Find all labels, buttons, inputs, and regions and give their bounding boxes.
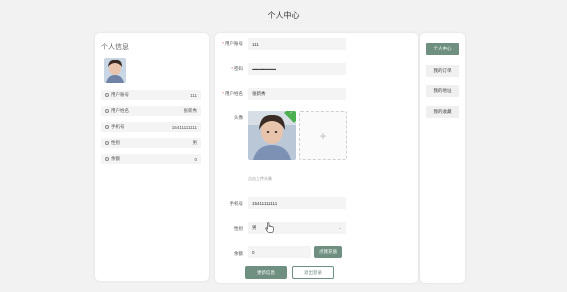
balance-label: 余额	[234, 251, 243, 256]
menu-item-orders[interactable]: 我的订单	[426, 65, 459, 77]
info-row-account: 用户账号 111	[101, 90, 201, 100]
name-label: *用户姓名	[222, 91, 243, 96]
wallet-icon	[105, 157, 109, 161]
hand-cursor-icon	[265, 222, 274, 233]
user-icon	[105, 93, 109, 97]
info-row-phone: 手机号 15411111111	[101, 122, 201, 132]
profile-card-title: 个人信息	[101, 44, 129, 51]
gender-label: 性别	[234, 226, 243, 231]
menu-item-profile[interactable]: 个人中心	[426, 43, 459, 55]
recharge-button[interactable]: 点我充值	[314, 246, 342, 258]
gender-icon	[105, 141, 109, 145]
page-title: 个人中心	[267, 11, 300, 20]
upload-button[interactable]: +	[299, 111, 347, 160]
account-label: *用户账号	[222, 41, 243, 46]
chevron-down-icon: ⌄	[337, 225, 342, 231]
phone-label: 手机号	[229, 201, 244, 206]
balance-field: 0	[248, 246, 311, 258]
avatar	[104, 58, 126, 83]
user-icon	[105, 109, 109, 113]
info-row-balance: 余额 0	[101, 154, 201, 164]
upload-hint: 点击上传头像	[248, 176, 272, 181]
name-field[interactable]: 张新秀	[248, 88, 346, 100]
info-row-name: 用户姓名 张新秀	[101, 106, 201, 116]
update-info-button[interactable]: 更新信息	[245, 266, 287, 279]
password-label: *密码	[231, 66, 243, 71]
plus-icon: +	[319, 128, 327, 143]
avatar-label: 头像	[234, 115, 243, 120]
logout-button[interactable]: 退出登录	[292, 266, 334, 279]
phone-icon	[105, 125, 109, 129]
menu-item-addresses[interactable]: 我的地址	[426, 85, 459, 97]
password-field[interactable]: ••••••••••••••••••••••	[248, 63, 346, 75]
menu-item-favorites[interactable]: 我的收藏	[426, 106, 459, 118]
account-field[interactable]: 111	[248, 38, 346, 50]
gender-select[interactable]: 男 ⌄	[248, 222, 346, 234]
phone-field[interactable]: 15411111111	[248, 197, 346, 209]
uploaded-avatar[interactable]	[248, 111, 296, 160]
info-row-gender: 性别 男	[101, 138, 201, 148]
profile-card: 个人信息 用户账号 111 用户姓名 张新秀 手机号 15411111111 性…	[95, 33, 209, 281]
